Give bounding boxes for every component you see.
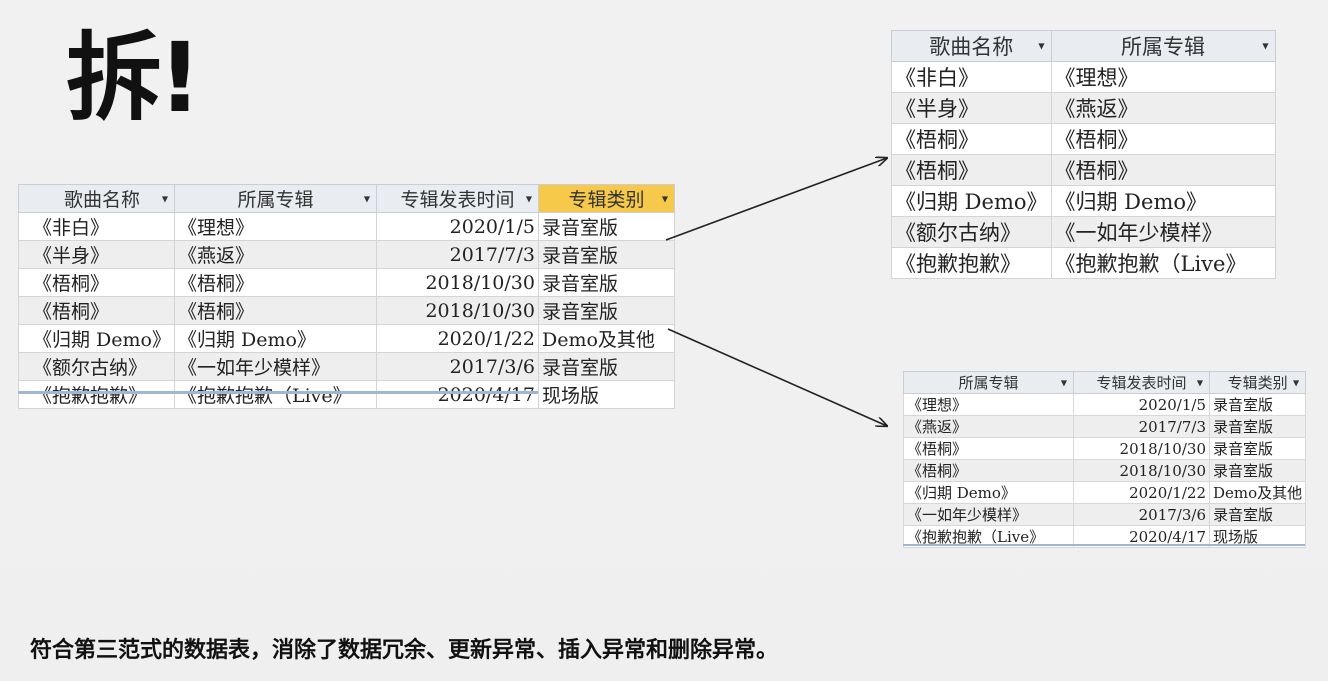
arrows bbox=[665, 0, 1328, 681]
arrow-to-song-album-table bbox=[665, 158, 887, 241]
footer-caption: 符合第三范式的数据表，消除了数据冗余、更新异常、插入异常和删除异常。 bbox=[30, 638, 779, 663]
arrow-to-album-info-table bbox=[667, 328, 887, 426]
